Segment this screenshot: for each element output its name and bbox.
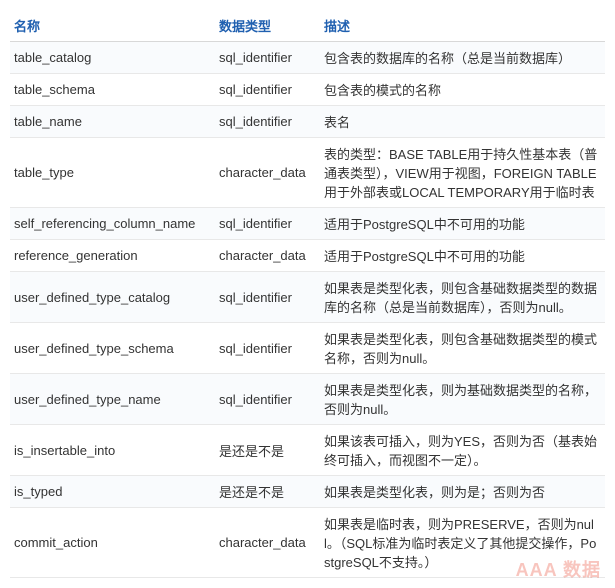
cell-name: commit_action — [10, 508, 215, 578]
cell-desc: 如果表是类型化表，则为基础数据类型的名称，否则为null。 — [320, 374, 605, 425]
columns-table: 名称 数据类型 描述 table_catalogsql_identifier包含… — [10, 10, 605, 578]
cell-dtype: sql_identifier — [215, 106, 320, 138]
table-row: user_defined_type_catalogsql_identifier如… — [10, 272, 605, 323]
cell-dtype: character_data — [215, 240, 320, 272]
table-row: table_schemasql_identifier包含表的模式的名称 — [10, 74, 605, 106]
table-row: table_namesql_identifier表名 — [10, 106, 605, 138]
table-row: reference_generationcharacter_data适用于Pos… — [10, 240, 605, 272]
table-row: user_defined_type_namesql_identifier如果表是… — [10, 374, 605, 425]
cell-desc: 如果表是类型化表，则包含基础数据类型的数据库的名称（总是当前数据库），否则为nu… — [320, 272, 605, 323]
table-row: table_catalogsql_identifier包含表的数据库的名称（总是… — [10, 42, 605, 74]
header-row: 名称 数据类型 描述 — [10, 10, 605, 42]
cell-name: table_catalog — [10, 42, 215, 74]
cell-dtype: sql_identifier — [215, 42, 320, 74]
cell-name: user_defined_type_schema — [10, 323, 215, 374]
cell-dtype: 是还是不是 — [215, 425, 320, 476]
cell-dtype: sql_identifier — [215, 323, 320, 374]
cell-name: reference_generation — [10, 240, 215, 272]
cell-dtype: character_data — [215, 138, 320, 208]
table-row: is_insertable_into是还是不是如果该表可插入，则为YES，否则为… — [10, 425, 605, 476]
cell-dtype: sql_identifier — [215, 208, 320, 240]
header-desc: 描述 — [320, 10, 605, 42]
cell-desc: 适用于PostgreSQL中不可用的功能 — [320, 240, 605, 272]
header-name: 名称 — [10, 10, 215, 42]
cell-name: user_defined_type_catalog — [10, 272, 215, 323]
cell-name: table_name — [10, 106, 215, 138]
table-row: table_typecharacter_data表的类型：BASE TABLE用… — [10, 138, 605, 208]
cell-name: user_defined_type_name — [10, 374, 215, 425]
cell-name: table_schema — [10, 74, 215, 106]
cell-name: self_referencing_column_name — [10, 208, 215, 240]
table-row: user_defined_type_schemasql_identifier如果… — [10, 323, 605, 374]
cell-desc: 如果该表可插入，则为YES，否则为否（基表始终可插入，而视图不一定）。 — [320, 425, 605, 476]
cell-desc: 包含表的数据库的名称（总是当前数据库） — [320, 42, 605, 74]
cell-desc: 表名 — [320, 106, 605, 138]
cell-name: is_insertable_into — [10, 425, 215, 476]
cell-desc: 表的类型：BASE TABLE用于持久性基本表（普通表类型），VIEW用于视图，… — [320, 138, 605, 208]
cell-dtype: sql_identifier — [215, 374, 320, 425]
cell-desc: 如果表是临时表，则为PRESERVE，否则为null。（SQL标准为临时表定义了… — [320, 508, 605, 578]
cell-name: is_typed — [10, 476, 215, 508]
cell-desc: 如果表是类型化表，则包含基础数据类型的模式名称，否则为null。 — [320, 323, 605, 374]
table-row: is_typed是还是不是如果表是类型化表，则为是；否则为否 — [10, 476, 605, 508]
cell-desc: 如果表是类型化表，则为是；否则为否 — [320, 476, 605, 508]
cell-desc: 包含表的模式的名称 — [320, 74, 605, 106]
cell-dtype: sql_identifier — [215, 74, 320, 106]
header-dtype: 数据类型 — [215, 10, 320, 42]
cell-dtype: sql_identifier — [215, 272, 320, 323]
table-row: self_referencing_column_namesql_identifi… — [10, 208, 605, 240]
table-row: commit_actioncharacter_data如果表是临时表，则为PRE… — [10, 508, 605, 578]
cell-dtype: character_data — [215, 508, 320, 578]
cell-desc: 适用于PostgreSQL中不可用的功能 — [320, 208, 605, 240]
cell-dtype: 是还是不是 — [215, 476, 320, 508]
cell-name: table_type — [10, 138, 215, 208]
